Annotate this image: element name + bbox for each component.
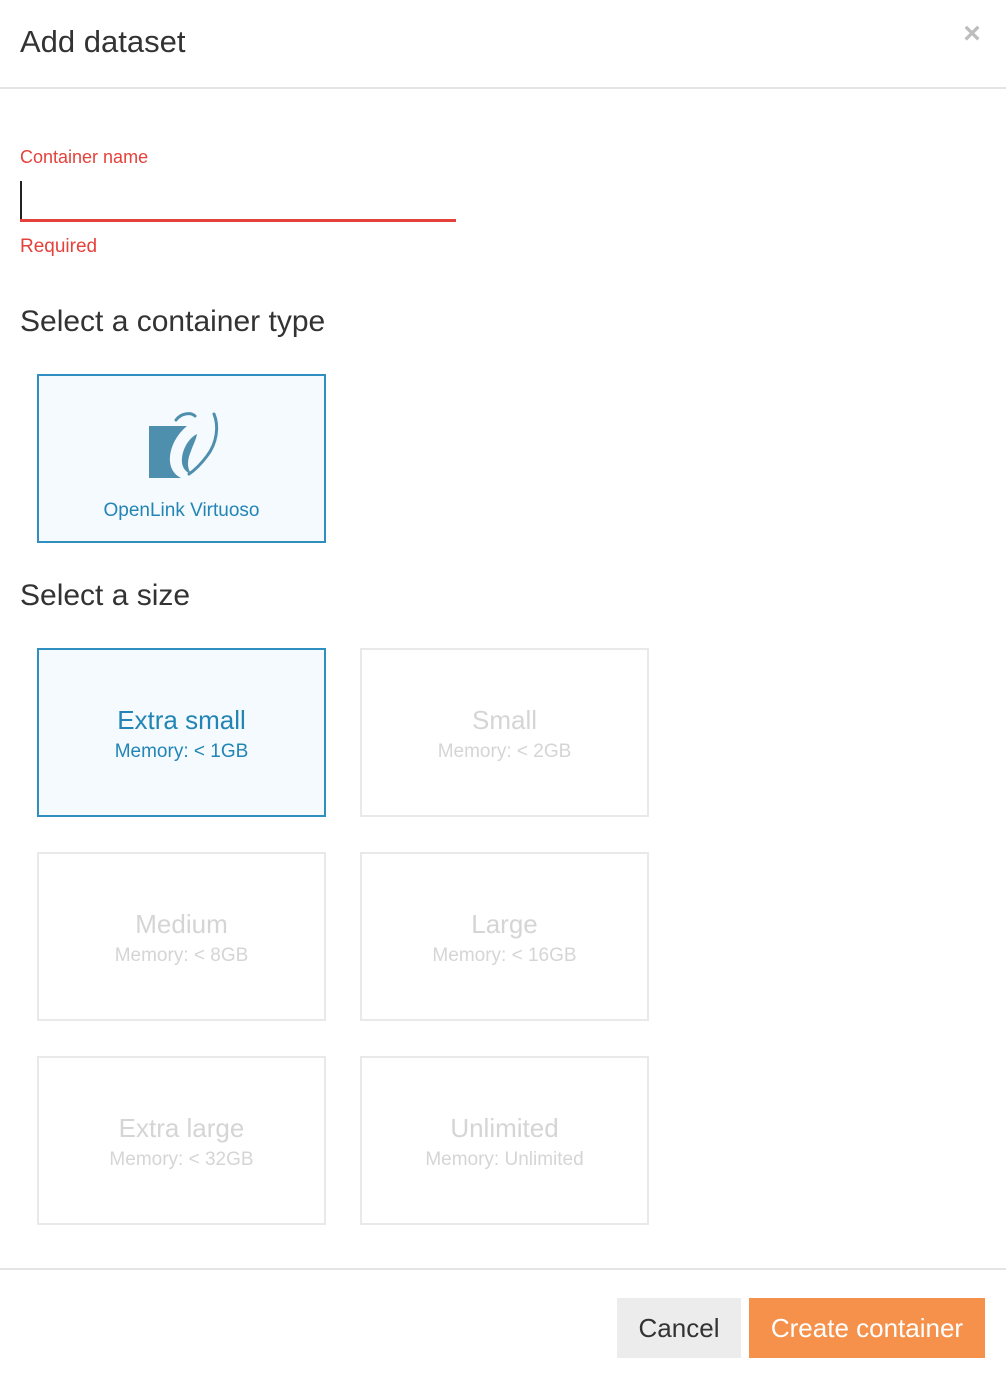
size-option-unlimited[interactable]: Unlimited Memory: Unlimited <box>360 1056 649 1225</box>
container-name-input[interactable] <box>20 178 456 222</box>
size-name: Unlimited <box>450 1113 559 1143</box>
size-name: Large <box>471 909 538 939</box>
size-name: Small <box>471 705 537 735</box>
size-name: Medium <box>135 909 228 939</box>
size-name: Extra small <box>117 705 246 735</box>
size-memory: Memory: Unlimited <box>425 1149 584 1170</box>
dialog-footer: Cancel Create container <box>0 1268 1006 1378</box>
openlink-virtuoso-logo <box>149 412 219 478</box>
dialog-title: Add dataset <box>20 24 186 59</box>
close-icon[interactable]: × <box>960 19 984 49</box>
size-option-medium[interactable]: Medium Memory: < 8GB <box>37 852 326 1021</box>
cancel-button[interactable]: Cancel <box>617 1298 741 1358</box>
container-type-option-openlink-virtuoso[interactable]: OpenLink Virtuoso <box>37 374 326 543</box>
size-memory: Memory: < 32GB <box>109 1149 254 1170</box>
size-memory: Memory: < 8GB <box>114 945 249 966</box>
size-option-small[interactable]: Small Memory: < 2GB <box>360 648 649 817</box>
container-name-error: Required <box>20 236 98 257</box>
text-caret <box>20 181 22 219</box>
size-name: Extra large <box>118 1113 245 1143</box>
container-type-label: OpenLink Virtuoso <box>103 500 260 521</box>
create-container-button[interactable]: Create container <box>749 1298 985 1358</box>
size-memory: Memory: < 2GB <box>437 741 572 762</box>
size-option-extra-large[interactable]: Extra large Memory: < 32GB <box>37 1056 326 1225</box>
add-dataset-dialog: Add dataset × Container name Required Se… <box>0 0 1006 1378</box>
container-name-label: Container name <box>20 147 149 167</box>
size-memory: Memory: < 16GB <box>432 945 577 966</box>
dialog-header: Add dataset × <box>0 0 1006 89</box>
size-heading: Select a size <box>20 579 191 612</box>
container-type-heading: Select a container type <box>20 305 326 338</box>
size-memory: Memory: < 1GB <box>114 741 249 762</box>
size-option-large[interactable]: Large Memory: < 16GB <box>360 852 649 1021</box>
size-option-extra-small[interactable]: Extra small Memory: < 1GB <box>37 648 326 817</box>
